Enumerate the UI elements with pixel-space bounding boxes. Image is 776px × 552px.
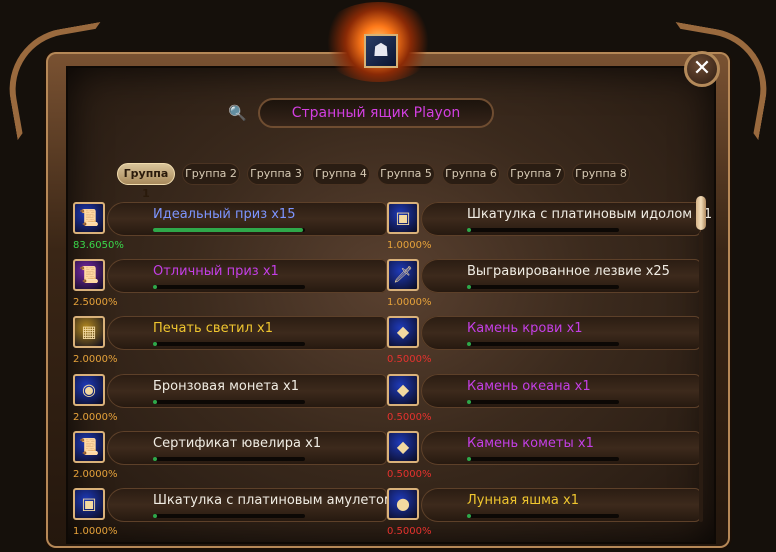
tab-group-3[interactable]: Группа 3 bbox=[247, 163, 305, 185]
reward-item[interactable]: ◉ Бронзовая монета x1 2.0000% bbox=[73, 374, 393, 430]
close-icon: ✕ bbox=[692, 56, 712, 81]
reward-progress-track bbox=[153, 457, 305, 461]
reward-chance: 2.5000% bbox=[73, 297, 118, 308]
jeweler-certificate-icon[interactable]: 📜 bbox=[73, 431, 105, 463]
engraved-blade-icon[interactable]: 🗡 bbox=[387, 259, 419, 291]
reward-progress-fill bbox=[153, 457, 157, 461]
close-button[interactable]: ✕ bbox=[684, 51, 720, 87]
reward-chance: 2.0000% bbox=[73, 469, 118, 480]
scrollbar-track[interactable] bbox=[699, 232, 703, 522]
reward-item[interactable]: 📜 Сертификат ювелира x1 2.0000% bbox=[73, 431, 393, 487]
portrait-icon: ☗ bbox=[372, 40, 390, 61]
reward-item[interactable]: 🗡 Выгравированное лезвие x25 1.0000% bbox=[387, 259, 707, 315]
scroll-purple-icon[interactable]: 📜 bbox=[73, 259, 105, 291]
reward-progress-fill bbox=[153, 285, 157, 289]
reward-chance: 83.6050% bbox=[73, 240, 124, 251]
reward-item[interactable]: 📜 Отличный приз x1 2.5000% bbox=[73, 259, 393, 315]
reward-progress-track bbox=[467, 400, 619, 404]
platinum-idol-box-icon[interactable]: ▣ bbox=[387, 202, 419, 234]
ocean-stone-icon[interactable]: ◆ bbox=[387, 374, 419, 406]
reward-chance: 0.5000% bbox=[387, 354, 432, 365]
tab-group-4[interactable]: Группа 4 bbox=[312, 163, 370, 185]
reward-chance: 1.0000% bbox=[387, 297, 432, 308]
reward-name: Бронзовая монета x1 bbox=[153, 379, 299, 394]
bronze-coin-icon[interactable]: ◉ bbox=[73, 374, 105, 406]
reward-item[interactable]: ◆ Камень океана x1 0.5000% bbox=[387, 374, 707, 430]
reward-item[interactable]: ◆ Камень кометы x1 0.5000% bbox=[387, 431, 707, 487]
reward-progress-fill bbox=[153, 228, 304, 232]
reward-item[interactable]: ▣ Шкатулка с платиновым амулетом 1.0000% bbox=[73, 488, 394, 544]
reward-progress-fill bbox=[467, 514, 471, 518]
reward-name: Печать светил x1 bbox=[153, 321, 274, 336]
reward-chance: 2.0000% bbox=[73, 412, 118, 423]
window-title: Странный ящик Playon bbox=[291, 105, 461, 121]
lunar-jasper-icon[interactable]: ● bbox=[387, 488, 419, 520]
reward-chance: 1.0000% bbox=[387, 240, 432, 251]
reward-name: Лунная яшма x1 bbox=[467, 493, 579, 508]
reward-progress-track bbox=[153, 228, 305, 232]
scroll-blue-icon[interactable]: 📜 bbox=[73, 202, 105, 234]
reward-progress-fill bbox=[467, 228, 471, 232]
reward-chance: 0.5000% bbox=[387, 526, 432, 537]
reward-item[interactable]: ▦ Печать светил x1 2.0000% bbox=[73, 316, 393, 372]
reward-progress-track bbox=[153, 400, 305, 404]
blood-stone-icon[interactable]: ◆ bbox=[387, 316, 419, 348]
star-seal-chest-icon[interactable]: ▦ bbox=[73, 316, 105, 348]
reward-progress-fill bbox=[467, 400, 471, 404]
reward-name: Камень крови x1 bbox=[467, 321, 583, 336]
reward-progress-track bbox=[153, 514, 305, 518]
reward-name: Идеальный приз x15 bbox=[153, 207, 296, 222]
tab-group-5[interactable]: Группа 5 bbox=[377, 163, 435, 185]
reward-chance: 0.5000% bbox=[387, 469, 432, 480]
tab-group-1[interactable]: Группа 1 bbox=[117, 163, 175, 200]
platinum-amulet-box-icon[interactable]: ▣ bbox=[73, 488, 105, 520]
reward-item[interactable]: ◆ Камень крови x1 0.5000% bbox=[387, 316, 707, 372]
tab-group-8[interactable]: Группа 8 bbox=[572, 163, 630, 185]
reward-progress-track bbox=[467, 285, 619, 289]
reward-progress-track bbox=[153, 342, 305, 346]
reward-name: Шкатулка с платиновым идолом x1 bbox=[467, 207, 713, 222]
reward-progress-fill bbox=[153, 342, 157, 346]
scrollbar-thumb[interactable] bbox=[696, 196, 706, 230]
reward-progress-track bbox=[153, 285, 305, 289]
reward-progress-fill bbox=[153, 400, 157, 404]
reward-progress-fill bbox=[153, 514, 157, 518]
reward-progress-track bbox=[467, 514, 619, 518]
reward-chance: 0.5000% bbox=[387, 412, 432, 423]
reward-progress-fill bbox=[467, 342, 471, 346]
comet-stone-icon[interactable]: ◆ bbox=[387, 431, 419, 463]
reward-item[interactable]: 📜 Идеальный приз x15 83.6050% bbox=[73, 202, 393, 258]
reward-item[interactable]: ▣ Шкатулка с платиновым идолом x1 1.0000% bbox=[387, 202, 712, 258]
reward-progress-track bbox=[467, 342, 619, 346]
search-icon[interactable]: 🔍 bbox=[228, 104, 247, 122]
tab-group-6[interactable]: Группа 6 bbox=[442, 163, 500, 185]
reward-name: Камень кометы x1 bbox=[467, 436, 594, 451]
tab-group-7[interactable]: Группа 7 bbox=[507, 163, 565, 185]
reward-item[interactable]: ● Лунная яшма x1 0.5000% bbox=[387, 488, 707, 544]
reward-progress-fill bbox=[467, 457, 471, 461]
title-bar: Странный ящик Playon bbox=[258, 98, 494, 128]
reward-chance: 2.0000% bbox=[73, 354, 118, 365]
reward-name: Отличный приз x1 bbox=[153, 264, 279, 279]
reward-chance: 1.0000% bbox=[73, 526, 118, 537]
reward-progress-track bbox=[467, 457, 619, 461]
reward-name: Шкатулка с платиновым амулетом bbox=[153, 493, 394, 508]
tab-group-2[interactable]: Группа 2 bbox=[182, 163, 240, 185]
reward-name: Камень океана x1 bbox=[467, 379, 591, 394]
reward-progress-fill bbox=[467, 285, 471, 289]
reward-name: Сертификат ювелира x1 bbox=[153, 436, 322, 451]
reward-progress-track bbox=[467, 228, 619, 232]
portrait-avatar: ☗ bbox=[364, 34, 398, 68]
reward-name: Выгравированное лезвие x25 bbox=[467, 264, 670, 279]
